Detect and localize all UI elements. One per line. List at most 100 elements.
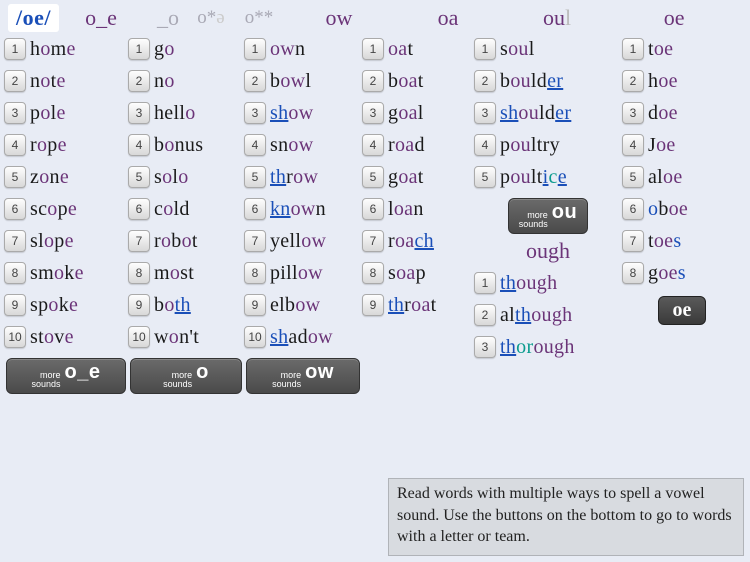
number-button[interactable]: 10 — [128, 326, 150, 348]
word[interactable]: road — [388, 134, 425, 157]
word[interactable]: poultry — [500, 134, 560, 157]
word[interactable]: pillow — [270, 262, 323, 285]
word[interactable]: show — [270, 102, 313, 125]
word[interactable]: bowl — [270, 70, 311, 93]
number-button[interactable]: 4 — [474, 134, 496, 156]
word[interactable]: go — [154, 38, 175, 61]
number-button[interactable]: 1 — [622, 38, 644, 60]
word[interactable]: robot — [154, 230, 198, 253]
number-button[interactable]: 8 — [362, 262, 384, 284]
word[interactable]: throw — [270, 166, 318, 189]
number-button[interactable]: 6 — [622, 198, 644, 220]
word[interactable]: boulder — [500, 70, 563, 93]
number-button[interactable]: 5 — [622, 166, 644, 188]
number-button[interactable]: 2 — [474, 304, 496, 326]
number-button[interactable]: 5 — [244, 166, 266, 188]
word[interactable]: boat — [388, 70, 424, 93]
number-button[interactable]: 5 — [128, 166, 150, 188]
word[interactable]: soul — [500, 38, 535, 61]
number-button[interactable]: 4 — [4, 134, 26, 156]
number-button[interactable]: 4 — [362, 134, 384, 156]
more-sounds-button[interactable]: moresoundsow — [246, 358, 360, 394]
word[interactable]: hello — [154, 102, 196, 125]
word[interactable]: hoe — [648, 70, 678, 93]
number-button[interactable]: 4 — [622, 134, 644, 156]
number-button[interactable]: 7 — [362, 230, 384, 252]
word[interactable]: own — [270, 38, 305, 61]
word[interactable]: soap — [388, 262, 426, 285]
number-button[interactable]: 6 — [244, 198, 266, 220]
word[interactable]: toe — [648, 38, 673, 61]
word[interactable]: snow — [270, 134, 313, 157]
number-button[interactable]: 7 — [4, 230, 26, 252]
word[interactable]: doe — [648, 102, 678, 125]
word[interactable]: most — [154, 262, 194, 285]
word[interactable]: aloe — [648, 166, 683, 189]
word[interactable]: goal — [388, 102, 424, 125]
word[interactable]: goat — [388, 166, 424, 189]
word[interactable]: oat — [388, 38, 413, 61]
word[interactable]: scope — [30, 198, 77, 221]
word[interactable]: note — [30, 70, 66, 93]
number-button[interactable]: 7 — [622, 230, 644, 252]
number-button[interactable]: 8 — [622, 262, 644, 284]
number-button[interactable]: 6 — [362, 198, 384, 220]
word[interactable]: though — [500, 272, 557, 295]
number-button[interactable]: 8 — [128, 262, 150, 284]
more-sounds-button[interactable]: moresoundso_e — [6, 358, 126, 394]
word[interactable]: shoulder — [500, 102, 571, 125]
number-button[interactable]: 3 — [128, 102, 150, 124]
number-button[interactable]: 10 — [244, 326, 266, 348]
number-button[interactable]: 1 — [474, 272, 496, 294]
word[interactable]: oboe — [648, 198, 688, 221]
number-button[interactable]: 10 — [4, 326, 26, 348]
number-button[interactable]: 5 — [474, 166, 496, 188]
number-button[interactable]: 3 — [622, 102, 644, 124]
number-button[interactable]: 1 — [244, 38, 266, 60]
word[interactable]: toes — [648, 230, 681, 253]
word[interactable]: throat — [388, 294, 436, 317]
word[interactable]: stove — [30, 326, 74, 349]
number-button[interactable]: 6 — [4, 198, 26, 220]
number-button[interactable]: 9 — [362, 294, 384, 316]
number-button[interactable]: 2 — [128, 70, 150, 92]
word[interactable]: bonus — [154, 134, 203, 157]
more-sounds-button[interactable]: moresoundsou — [508, 198, 588, 234]
oe-badge[interactable]: oe — [658, 296, 707, 325]
word[interactable]: although — [500, 304, 572, 327]
number-button[interactable]: 4 — [128, 134, 150, 156]
number-button[interactable]: 7 — [244, 230, 266, 252]
number-button[interactable]: 5 — [362, 166, 384, 188]
number-button[interactable]: 1 — [474, 38, 496, 60]
number-button[interactable]: 2 — [362, 70, 384, 92]
word[interactable]: shadow — [270, 326, 333, 349]
number-button[interactable]: 3 — [244, 102, 266, 124]
word[interactable]: elbow — [270, 294, 320, 317]
number-button[interactable]: 5 — [4, 166, 26, 188]
word[interactable]: roach — [388, 230, 434, 253]
word[interactable]: solo — [154, 166, 189, 189]
word[interactable]: slope — [30, 230, 74, 253]
number-button[interactable]: 1 — [128, 38, 150, 60]
word[interactable]: pole — [30, 102, 66, 125]
number-button[interactable]: 1 — [362, 38, 384, 60]
word[interactable]: home — [30, 38, 76, 61]
word[interactable]: yellow — [270, 230, 326, 253]
number-button[interactable]: 3 — [362, 102, 384, 124]
word[interactable]: Joe — [648, 134, 676, 157]
word[interactable]: smoke — [30, 262, 84, 285]
word[interactable]: known — [270, 198, 326, 221]
word[interactable]: both — [154, 294, 191, 317]
word[interactable]: won't — [154, 326, 199, 349]
number-button[interactable]: 8 — [244, 262, 266, 284]
word[interactable]: rope — [30, 134, 67, 157]
word[interactable]: cold — [154, 198, 190, 221]
number-button[interactable]: 2 — [622, 70, 644, 92]
word[interactable]: poultice — [500, 166, 567, 189]
word[interactable]: thorough — [500, 336, 575, 359]
word[interactable]: zone — [30, 166, 69, 189]
number-button[interactable]: 2 — [474, 70, 496, 92]
number-button[interactable]: 3 — [474, 336, 496, 358]
word[interactable]: loan — [388, 198, 424, 221]
number-button[interactable]: 4 — [244, 134, 266, 156]
